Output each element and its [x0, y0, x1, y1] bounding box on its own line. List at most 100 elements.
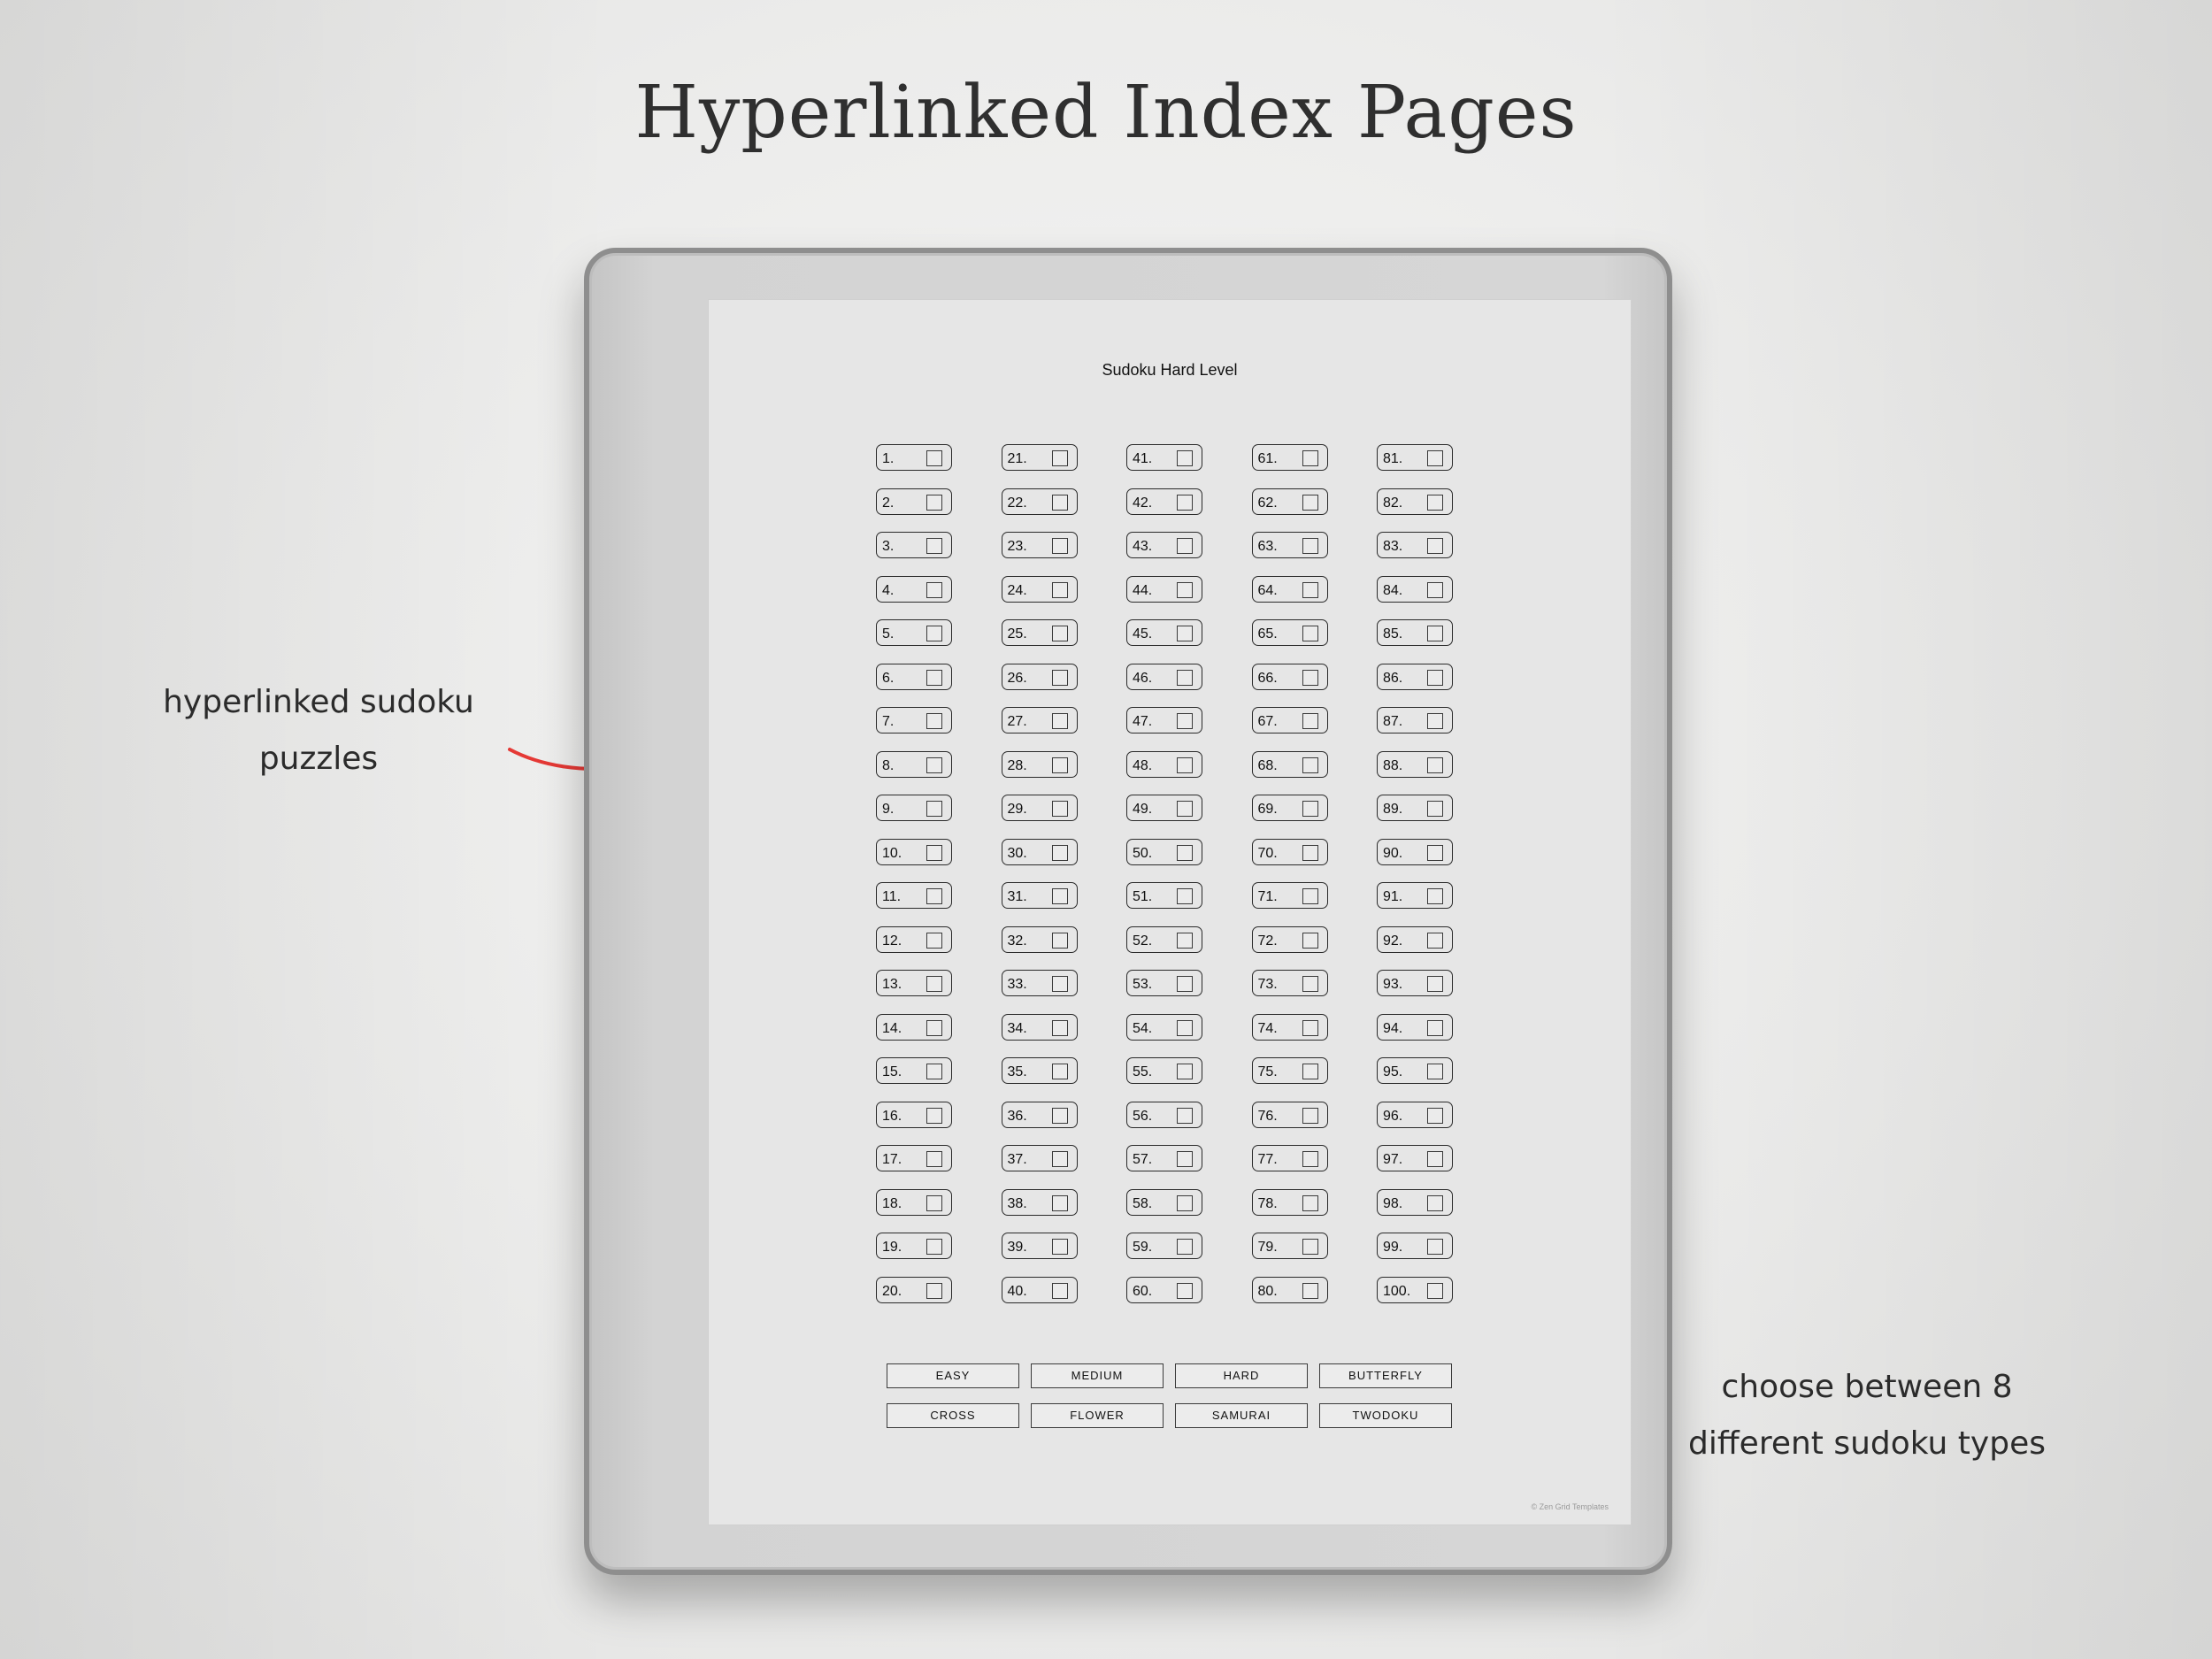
puzzle-checkbox[interactable]: [926, 976, 942, 992]
puzzle-checkbox[interactable]: [926, 1282, 942, 1299]
puzzle-checkbox[interactable]: [1427, 494, 1443, 511]
puzzle-checkbox[interactable]: [1051, 1282, 1068, 1299]
puzzle-link[interactable]: 69.: [1251, 795, 1328, 821]
puzzle-link[interactable]: 83.: [1377, 532, 1453, 558]
puzzle-link[interactable]: 40.: [1001, 1276, 1078, 1303]
puzzle-checkbox[interactable]: [1051, 713, 1068, 729]
puzzle-link[interactable]: 19.: [876, 1233, 952, 1259]
puzzle-checkbox[interactable]: [1177, 494, 1193, 511]
puzzle-link[interactable]: 56.: [1126, 1101, 1202, 1128]
puzzle-link[interactable]: 15.: [876, 1057, 952, 1084]
puzzle-link[interactable]: 33.: [1001, 970, 1078, 996]
puzzle-link[interactable]: 53.: [1126, 970, 1202, 996]
puzzle-link[interactable]: 65.: [1251, 619, 1328, 646]
puzzle-link[interactable]: 41.: [1126, 444, 1202, 471]
puzzle-link[interactable]: 46.: [1126, 663, 1202, 690]
puzzle-link[interactable]: 74.: [1251, 1013, 1328, 1041]
puzzle-link[interactable]: 32.: [1001, 926, 1078, 953]
puzzle-checkbox[interactable]: [1177, 932, 1193, 949]
puzzle-checkbox[interactable]: [1302, 450, 1318, 466]
puzzle-link[interactable]: 47.: [1126, 707, 1202, 733]
puzzle-checkbox[interactable]: [1302, 1151, 1318, 1167]
puzzle-link[interactable]: 72.: [1251, 926, 1328, 953]
puzzle-checkbox[interactable]: [1051, 1064, 1068, 1079]
puzzle-link[interactable]: 42.: [1126, 488, 1202, 515]
puzzle-checkbox[interactable]: [926, 669, 942, 686]
puzzle-checkbox[interactable]: [1177, 450, 1193, 466]
puzzle-link[interactable]: 98.: [1377, 1188, 1453, 1216]
puzzle-link[interactable]: 91.: [1377, 882, 1453, 909]
puzzle-checkbox[interactable]: [1302, 1107, 1318, 1124]
puzzle-checkbox[interactable]: [1051, 801, 1068, 817]
puzzle-checkbox[interactable]: [1427, 888, 1443, 904]
puzzle-checkbox[interactable]: [1302, 1239, 1318, 1255]
puzzle-link[interactable]: 39.: [1001, 1233, 1078, 1259]
puzzle-checkbox[interactable]: [926, 626, 942, 641]
puzzle-link[interactable]: 29.: [1001, 795, 1078, 821]
puzzle-checkbox[interactable]: [1427, 932, 1443, 949]
puzzle-checkbox[interactable]: [1177, 801, 1193, 817]
puzzle-checkbox[interactable]: [1302, 801, 1318, 817]
puzzle-link[interactable]: 71.: [1251, 882, 1328, 909]
puzzle-checkbox[interactable]: [1427, 450, 1443, 466]
type-button-butterfly[interactable]: BUTTERFLY: [1319, 1363, 1452, 1388]
puzzle-checkbox[interactable]: [926, 932, 942, 949]
puzzle-checkbox[interactable]: [1302, 1019, 1318, 1036]
puzzle-checkbox[interactable]: [1302, 1194, 1318, 1211]
puzzle-checkbox[interactable]: [1302, 757, 1318, 773]
puzzle-checkbox[interactable]: [1302, 669, 1318, 686]
type-button-medium[interactable]: MEDIUM: [1031, 1363, 1164, 1388]
puzzle-link[interactable]: 48.: [1126, 750, 1202, 778]
puzzle-link[interactable]: 6.: [876, 663, 952, 690]
puzzle-link[interactable]: 44.: [1126, 575, 1202, 603]
puzzle-link[interactable]: 12.: [876, 926, 952, 953]
puzzle-link[interactable]: 52.: [1126, 926, 1202, 953]
puzzle-link[interactable]: 73.: [1251, 970, 1328, 996]
puzzle-link[interactable]: 100.: [1377, 1276, 1453, 1303]
puzzle-link[interactable]: 90.: [1377, 838, 1453, 865]
puzzle-link[interactable]: 14.: [876, 1013, 952, 1041]
puzzle-checkbox[interactable]: [1177, 1019, 1193, 1036]
puzzle-link[interactable]: 23.: [1001, 532, 1078, 558]
puzzle-checkbox[interactable]: [1177, 1194, 1193, 1211]
puzzle-link[interactable]: 77.: [1251, 1145, 1328, 1171]
puzzle-checkbox[interactable]: [1427, 757, 1443, 773]
type-button-twodoku[interactable]: TWODOKU: [1319, 1403, 1452, 1428]
puzzle-checkbox[interactable]: [1177, 1107, 1193, 1124]
puzzle-link[interactable]: 13.: [876, 970, 952, 996]
puzzle-checkbox[interactable]: [1427, 1019, 1443, 1036]
puzzle-checkbox[interactable]: [1051, 932, 1068, 949]
puzzle-link[interactable]: 95.: [1377, 1057, 1453, 1084]
puzzle-checkbox[interactable]: [1051, 757, 1068, 773]
puzzle-link[interactable]: 45.: [1126, 619, 1202, 646]
puzzle-link[interactable]: 28.: [1001, 750, 1078, 778]
puzzle-link[interactable]: 94.: [1377, 1013, 1453, 1041]
puzzle-link[interactable]: 21.: [1001, 444, 1078, 471]
puzzle-link[interactable]: 80.: [1251, 1276, 1328, 1303]
puzzle-link[interactable]: 63.: [1251, 532, 1328, 558]
puzzle-checkbox[interactable]: [1051, 976, 1068, 992]
puzzle-link[interactable]: 78.: [1251, 1188, 1328, 1216]
puzzle-checkbox[interactable]: [1051, 450, 1068, 466]
puzzle-checkbox[interactable]: [926, 1151, 942, 1167]
puzzle-checkbox[interactable]: [1177, 976, 1193, 992]
puzzle-link[interactable]: 7.: [876, 707, 952, 733]
puzzle-link[interactable]: 58.: [1126, 1188, 1202, 1216]
puzzle-checkbox[interactable]: [1177, 713, 1193, 729]
puzzle-link[interactable]: 2.: [876, 488, 952, 515]
puzzle-link[interactable]: 1.: [876, 444, 952, 471]
puzzle-checkbox[interactable]: [1302, 494, 1318, 511]
puzzle-checkbox[interactable]: [926, 757, 942, 773]
puzzle-checkbox[interactable]: [1427, 538, 1443, 554]
puzzle-checkbox[interactable]: [1051, 581, 1068, 598]
puzzle-checkbox[interactable]: [1427, 1107, 1443, 1124]
puzzle-checkbox[interactable]: [1051, 1194, 1068, 1211]
puzzle-link[interactable]: 20.: [876, 1276, 952, 1303]
puzzle-checkbox[interactable]: [1427, 801, 1443, 817]
puzzle-link[interactable]: 99.: [1377, 1233, 1453, 1259]
puzzle-checkbox[interactable]: [1051, 538, 1068, 554]
puzzle-checkbox[interactable]: [1302, 888, 1318, 904]
puzzle-checkbox[interactable]: [1177, 1151, 1193, 1167]
puzzle-link[interactable]: 49.: [1126, 795, 1202, 821]
puzzle-checkbox[interactable]: [1177, 757, 1193, 773]
